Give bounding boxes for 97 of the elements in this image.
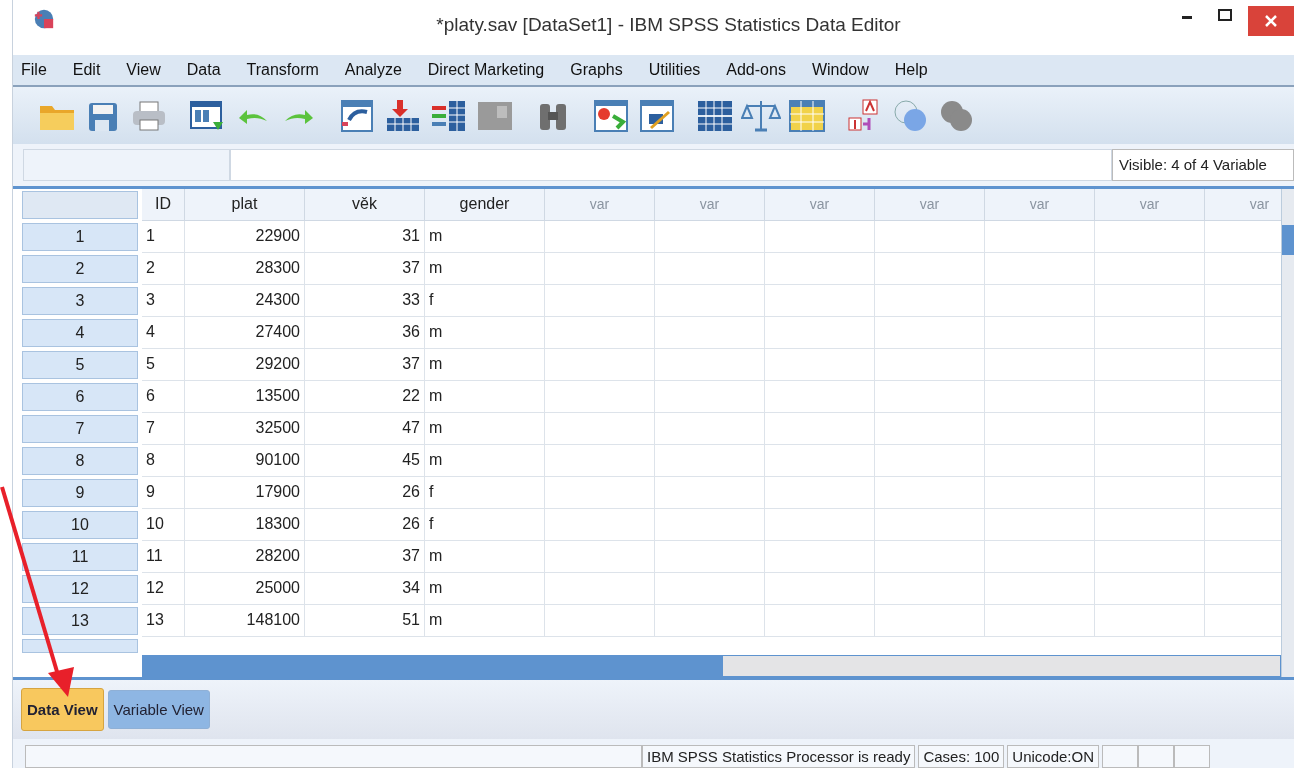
table-cell: m xyxy=(425,220,545,253)
vertical-scrollbar[interactable] xyxy=(1281,188,1294,677)
menu-item[interactable]: Graphs xyxy=(570,61,623,80)
row-header[interactable]: 5 xyxy=(22,350,138,379)
table-cell: m xyxy=(425,572,545,605)
row-header[interactable]: 2 xyxy=(22,254,138,283)
table-cell: m xyxy=(425,252,545,285)
table-cell: m xyxy=(425,412,545,445)
table-cell: 5 xyxy=(142,348,185,381)
table-cell: 8 xyxy=(142,444,185,477)
menu-item[interactable]: Analyze xyxy=(344,61,402,80)
row-header[interactable]: 6 xyxy=(22,382,138,411)
row-header[interactable]: 8 xyxy=(22,446,138,475)
menu-item[interactable]: Transform xyxy=(246,61,319,80)
row-header[interactable]: 9 xyxy=(22,478,138,507)
table-cell: m xyxy=(425,604,545,637)
table-cell: m xyxy=(425,444,545,477)
status-text: Unicode:ON xyxy=(1007,745,1099,768)
row-header[interactable]: 12 xyxy=(22,574,138,603)
table-cell: m xyxy=(425,316,545,349)
table-cell: 18300 xyxy=(185,508,305,541)
table-cell: 4 xyxy=(142,316,185,349)
row-header[interactable] xyxy=(22,638,138,653)
table-cell: 2 xyxy=(142,252,185,285)
table-cell: 47 xyxy=(305,412,425,445)
table-cell: 51 xyxy=(305,604,425,637)
row-header[interactable]: 3 xyxy=(22,286,138,315)
table-cell: 22900 xyxy=(185,220,305,253)
grid-icon[interactable] xyxy=(787,97,827,134)
menu-item[interactable]: Add-ons xyxy=(726,61,786,80)
menu-item[interactable]: Direct Marketing xyxy=(427,61,545,80)
table-cell: f xyxy=(425,284,545,317)
table-cell: 7 xyxy=(142,412,185,445)
table-cell: 37 xyxy=(305,540,425,573)
menu-item[interactable]: Window xyxy=(811,61,869,80)
cell-value-field[interactable] xyxy=(230,149,1112,181)
table-cell: 31 xyxy=(305,220,425,253)
window-title: *platy.sav [DataSet1] - IBM SPSS Statistics Data Editor xyxy=(435,13,902,36)
column-header[interactable]: plat xyxy=(185,188,305,221)
table-cell: 34 xyxy=(305,572,425,605)
table-cell: 28200 xyxy=(185,540,305,573)
row-header[interactable]: 10 xyxy=(22,510,138,539)
menu-item[interactable]: Utilities xyxy=(648,61,701,80)
table-cell: 28300 xyxy=(185,252,305,285)
table-cell: 3 xyxy=(142,284,185,317)
table-cell: 13500 xyxy=(185,380,305,413)
horizontal-scrollbar[interactable] xyxy=(142,654,1281,677)
status-text: Cases: 100 xyxy=(918,745,1005,768)
table-cell: 24300 xyxy=(185,284,305,317)
row-header[interactable]: 13 xyxy=(22,606,138,635)
table-cell: 37 xyxy=(305,252,425,285)
table-cell: m xyxy=(425,348,545,381)
menu-item[interactable]: File xyxy=(21,61,47,80)
row-header[interactable]: 4 xyxy=(22,318,138,347)
table-cell: 26 xyxy=(305,476,425,509)
visible-variables-label: Visible: 4 of 4 Variable xyxy=(1112,149,1294,181)
menu-item[interactable]: Help xyxy=(894,61,928,80)
table-cell: 10 xyxy=(142,508,185,541)
table-cell: f xyxy=(425,476,545,509)
table-cell: m xyxy=(425,540,545,573)
table-cell: 11 xyxy=(142,540,185,573)
table-cell: 22 xyxy=(305,380,425,413)
table-cell: 36 xyxy=(305,316,425,349)
close-button[interactable] xyxy=(1248,6,1294,36)
row-header[interactable]: 7 xyxy=(22,414,138,443)
table-cell: 17900 xyxy=(185,476,305,509)
table-cell: 90100 xyxy=(185,444,305,477)
table-cell: 29200 xyxy=(185,348,305,381)
spreadsheet-pencil-icon[interactable] xyxy=(637,97,677,134)
table-cell: 148100 xyxy=(185,604,305,637)
table-cell: 13 xyxy=(142,604,185,637)
view-tab[interactable]: Data View xyxy=(21,687,104,731)
table-cell: 12 xyxy=(142,572,185,605)
table-cell: 45 xyxy=(305,444,425,477)
table-cell: 27400 xyxy=(185,316,305,349)
table-cell: 37 xyxy=(305,348,425,381)
table-cell: 6 xyxy=(142,380,185,413)
column-header[interactable]: věk xyxy=(305,188,425,221)
row-header[interactable]: 1 xyxy=(22,222,138,251)
table-cell: 32500 xyxy=(185,412,305,445)
table-cell: 26 xyxy=(305,508,425,541)
column-header[interactable]: gender xyxy=(425,188,545,221)
table-cell: 33 xyxy=(305,284,425,317)
table-cell: m xyxy=(425,380,545,413)
table-cell: 25000 xyxy=(185,572,305,605)
menu-item[interactable]: View xyxy=(126,61,161,80)
menu-item[interactable]: Data xyxy=(186,61,221,80)
table-cell: 1 xyxy=(142,220,185,253)
status-text: IBM SPSS Statistics Processor is ready xyxy=(642,745,916,768)
view-tab[interactable]: Variable View xyxy=(107,689,210,729)
app-icon xyxy=(33,7,55,30)
table-cell: 9 xyxy=(142,476,185,509)
table-cell: f xyxy=(425,508,545,541)
cell-name-field[interactable] xyxy=(23,149,230,181)
row-header[interactable]: 11 xyxy=(22,542,138,571)
column-header[interactable]: ID xyxy=(142,188,185,221)
menu-item[interactable]: Edit xyxy=(72,61,101,80)
